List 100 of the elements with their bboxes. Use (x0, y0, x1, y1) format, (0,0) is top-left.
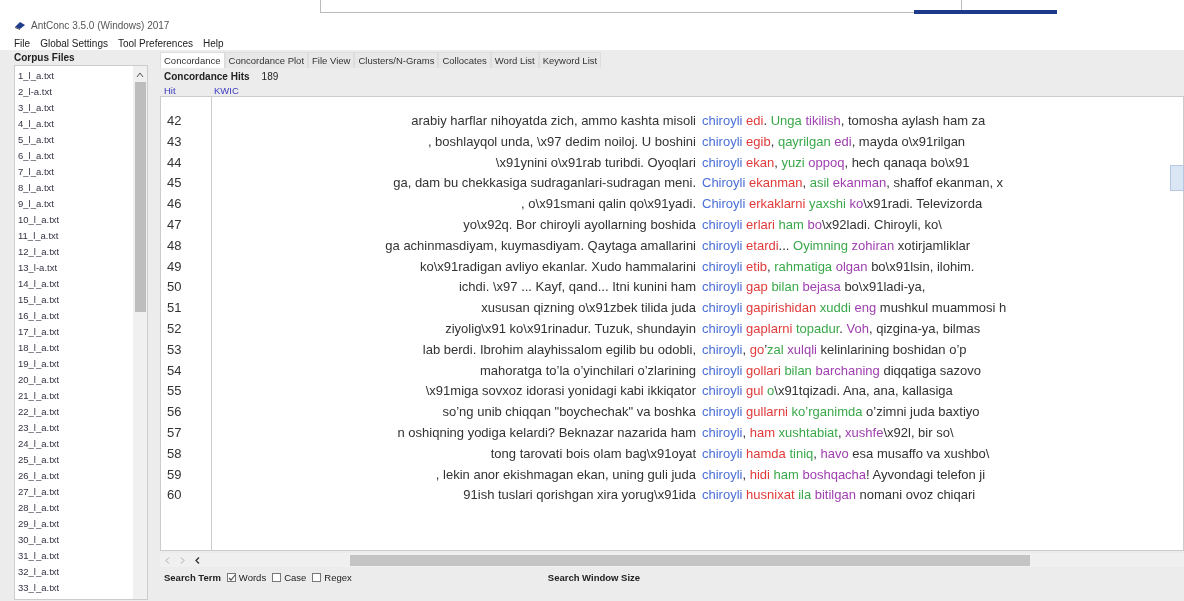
corpus-file-item[interactable]: 4_l_a.txt (18, 116, 133, 132)
kwic-text: chiroyli gul o\x91tqizadi. Ana, ana, kallasiga (702, 382, 953, 401)
search-term-label: Search Term (164, 571, 221, 583)
hit-number: 43 (166, 132, 183, 151)
corpus-file-item[interactable]: 5_l_a.txt (18, 132, 133, 148)
column-header[interactable]: KWIC (214, 85, 239, 96)
corpus-file-item[interactable]: 30_l_a.txt (18, 532, 133, 548)
left-context: ziyolig\x91 ko\x91rinadur. Tuzuk, shundayin (444, 319, 697, 338)
hit-number: 53 (166, 340, 183, 359)
left-context: so’ng unib chiqqan "boychechak" va boshka (441, 403, 697, 422)
hit-number: 45 (166, 174, 183, 193)
left-context: n oshiqning yodiga kelardi? Beknazar nazarida ham (396, 423, 697, 442)
corpus-file-item[interactable]: 33_l_a.txt (18, 580, 133, 596)
corpus-file-item[interactable]: 28_l_a.txt (18, 500, 133, 516)
hit-number: 50 (166, 278, 183, 297)
corpus-file-item[interactable]: 24_l_a.txt (18, 436, 133, 452)
kwic-text: chiroyli gullarni ko’rganimda o’zimni juda baxtiyo (702, 403, 980, 422)
corpus-file-item[interactable]: 10_l_a.txt (18, 212, 133, 228)
hit-number: 49 (166, 257, 183, 276)
option-checkbox[interactable]: Words (226, 571, 267, 583)
column-header[interactable]: Hit (164, 85, 214, 96)
corpus-file-item[interactable]: 13_l-a.txt (18, 260, 133, 276)
kwic-text: chiroyli gaplarni topadur. Voh, qizgina-ya, bilmas (702, 319, 981, 338)
search-window-size-label: Search Window Size (547, 571, 641, 583)
tab[interactable]: Clusters/N-Grams (354, 52, 439, 68)
check-icon (227, 573, 236, 582)
hit-number: 52 (166, 319, 183, 338)
kwic-text: chiroyli, hidi ham boshqacha! Ayvondagi telefon ji (702, 465, 986, 484)
scroll-left-icon[interactable] (195, 556, 200, 564)
kwic-text: chiroyli gollari bilan barchaning diqqatiga sazovo (702, 361, 981, 380)
corpus-file-item[interactable]: 3_l_a.txt (18, 100, 133, 116)
kwic-text: chiroyli egib, qayrilgan edi, mayda o\x91rilgan (702, 132, 966, 151)
hit-number: 58 (166, 444, 183, 463)
left-context: , boshlayqol unda, \x97 dedim noiloj. U boshini (426, 132, 697, 151)
menu-item[interactable]: Help (203, 37, 224, 49)
app-logo-icon (14, 20, 26, 30)
corpus-file-item[interactable]: 27_l_a.txt (18, 484, 133, 500)
corpus-file-item[interactable]: 23_l_a.txt (18, 420, 133, 436)
hit-number: 57 (166, 423, 183, 442)
tab[interactable]: Collocates (438, 52, 491, 68)
corpus-file-item[interactable]: 26_l_a.txt (18, 468, 133, 484)
corpus-file-item[interactable]: 17_l_a.txt (18, 324, 133, 340)
hits-label: Concordance Hits (164, 71, 250, 82)
corpus-file-item[interactable]: 7_l_a.txt (18, 164, 133, 180)
left-context: \x91ynini o\x91rab turibdi. Oyoqlari (494, 153, 697, 172)
left-context: 91ish tuslari qorishgan xira yorug\x91ida (462, 486, 697, 505)
corpus-file-item[interactable]: 18_l_a.txt (18, 340, 133, 356)
left-context: lab berdi. Ibrohim alayhissalom egilib bu odobli, (421, 340, 697, 359)
corpus-file-item[interactable]: 32_l_a.txt (18, 564, 133, 580)
corpus-file-item[interactable]: 15_l_a.txt (18, 292, 133, 308)
left-context: mahoratga to’la o’yinchilari o’zlarining (478, 361, 697, 380)
vertical-scrollbar[interactable] (133, 66, 147, 599)
hit-number: 46 (166, 195, 183, 214)
corpus-file-item[interactable]: 8_l_a.txt (18, 180, 133, 196)
tab[interactable]: Concordance Plot (224, 52, 309, 68)
corpus-file-item[interactable]: 21_l_a.txt (18, 388, 133, 404)
hit-number: 44 (166, 153, 183, 172)
kwic-text: chiroyli etib, rahmatiga olgan bo\x91lsin, ilohim. (702, 257, 975, 276)
corpus-file-item[interactable]: 14_l_a.txt (18, 276, 133, 292)
corpus-file-item[interactable]: 31_l_a.txt (18, 548, 133, 564)
option-checkbox[interactable]: Regex (312, 571, 352, 583)
corpus-file-item[interactable]: 9_l_a.txt (18, 196, 133, 212)
kwic-text: chiroyli, ham xushtabiat, xushfe\x92l, bir so\ (702, 423, 954, 442)
tab[interactable]: Concordance (160, 52, 225, 68)
left-context: arabiy harflar nihoyatda zich, ammo kashta misoli (410, 112, 697, 130)
hit-number: 48 (166, 236, 183, 255)
corpus-file-item[interactable]: 1_l_a.txt (18, 68, 133, 84)
left-context: ga achinmasdiyam, kuymasdiyam. Qaytaga amallarini (384, 236, 697, 255)
kwic-text: Chiroyli erkaklarni yaxshi ko\x91radi. Televizorda (702, 195, 983, 214)
left-context: yo\x92q. Bor chiroyli ayollarning boshida (462, 216, 697, 234)
kwic-text: chiroyli, go’zal xulqli kelinlarining boshidan o’p (702, 340, 967, 359)
scroll-right-icon[interactable] (180, 556, 185, 564)
corpus-file-item[interactable]: 29_l_a.txt (18, 516, 133, 532)
left-context: ko\x91radigan avliyo ekanlar. Xudo hammalarini (418, 257, 697, 276)
corpus-file-item[interactable]: 20_l_a.txt (18, 372, 133, 388)
scroll-up-icon[interactable] (136, 72, 144, 78)
kwic-text: chiroyli ekan, yuzi oppoq, hech qanaqa bo\x91 (702, 153, 970, 172)
hit-number: 55 (166, 382, 183, 401)
corpus-file-item[interactable]: 2_l-a.txt (18, 84, 133, 100)
tab[interactable]: File View (308, 52, 355, 68)
menu-item[interactable]: Tool Preferences (117, 37, 193, 49)
left-context: , o\x91smani qalin qo\x91yadi. (520, 195, 697, 214)
menu-item[interactable]: File (14, 37, 31, 49)
corpus-file-item[interactable]: 22_l_a.txt (18, 404, 133, 420)
kwic-text: chiroyli gap bilan bejasa bo\x91ladi-ya, (702, 278, 926, 297)
corpus-file-item[interactable]: 16_l_a.txt (18, 308, 133, 324)
corpus-file-item[interactable]: 6_l_a.txt (18, 148, 133, 164)
hit-number: 42 (166, 112, 183, 130)
horizontal-scrollbar[interactable] (160, 553, 1184, 567)
menu-item[interactable]: Global Settings (40, 37, 108, 49)
tab[interactable]: Keyword List (538, 52, 602, 68)
corpus-file-item[interactable]: 12_l_a.txt (18, 244, 133, 260)
option-checkbox[interactable]: Case (272, 571, 307, 583)
corpus-file-item[interactable]: 19_l_a.txt (18, 356, 133, 372)
kwic-text: chiroyli etardi... Oyimning zohiran xotirjamliklar (702, 236, 971, 255)
corpus-file-item[interactable]: 11_l_a.txt (18, 228, 133, 244)
corpus-file-item[interactable]: 25_l_a.txt (18, 452, 133, 468)
tab[interactable]: Word List (490, 52, 539, 68)
window-edge-fragment (1170, 165, 1184, 191)
kwic-text: chiroyli erlari ham bo\x92ladi. Chiroyli, ko\ (702, 216, 942, 234)
